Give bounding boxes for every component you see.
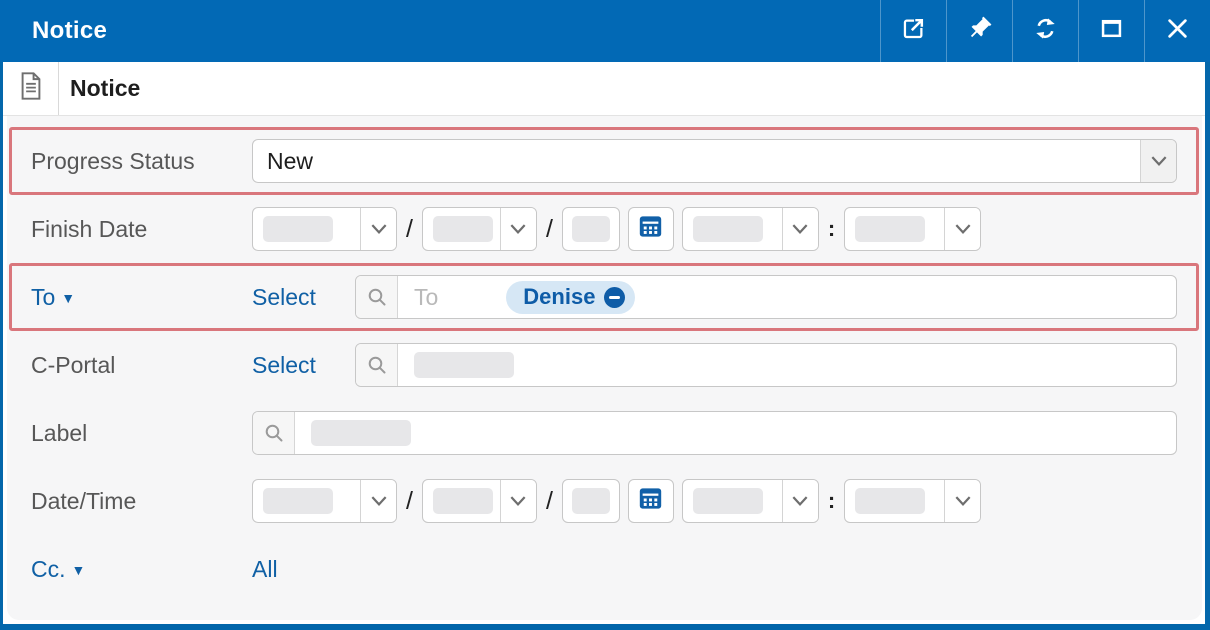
maximize-button[interactable] <box>1078 0 1144 62</box>
row-c-portal: C-Portal Select <box>9 331 1199 399</box>
to-label-dropdown[interactable]: To▼ <box>12 284 252 311</box>
finish-date-month-select[interactable] <box>422 207 537 251</box>
close-icon <box>1164 15 1191 47</box>
refresh-button[interactable] <box>1012 0 1078 62</box>
chevron-down-icon[interactable] <box>782 480 818 522</box>
remove-chip-icon[interactable] <box>604 287 625 308</box>
progress-status-select[interactable]: New <box>252 139 1177 183</box>
finish-date-year-select[interactable] <box>252 207 397 251</box>
date-time-label: Date/Time <box>12 488 252 515</box>
c-portal-search-input[interactable] <box>355 343 1177 387</box>
date-time-hour-select[interactable] <box>682 479 819 523</box>
date-time-year-select[interactable] <box>252 479 397 523</box>
recipient-chip[interactable]: Denise <box>506 281 635 314</box>
chevron-down-icon[interactable] <box>500 480 536 522</box>
c-portal-select-link[interactable]: Select <box>252 352 355 379</box>
to-search-input[interactable]: To Denise <box>355 275 1177 319</box>
finish-date-minute-select[interactable] <box>844 207 981 251</box>
header-icon-cell <box>3 62 59 115</box>
time-separator: : <box>828 488 835 514</box>
placeholder-block <box>433 488 493 514</box>
finish-date-hour-select[interactable] <box>682 207 819 251</box>
date-separator: / <box>546 487 553 516</box>
row-label: Label <box>9 399 1199 467</box>
to-placeholder: To <box>398 284 438 311</box>
placeholder-block <box>263 216 333 242</box>
document-icon <box>19 72 43 105</box>
triangle-down-icon: ▼ <box>72 562 86 578</box>
placeholder-block <box>311 420 411 446</box>
page-header: Notice <box>3 62 1205 116</box>
to-select-link[interactable]: Select <box>252 284 355 311</box>
chevron-down-icon[interactable] <box>500 208 536 250</box>
placeholder-block <box>572 488 610 514</box>
c-portal-controls: Select <box>252 343 1196 387</box>
row-finish-date: Finish Date / / <box>9 195 1199 263</box>
finish-date-controls: / / <box>252 207 1196 251</box>
finish-date-label: Finish Date <box>12 216 252 243</box>
progress-status-value: New <box>253 148 313 175</box>
label-search-input[interactable] <box>252 411 1177 455</box>
chevron-down-icon[interactable] <box>360 208 396 250</box>
search-icon <box>356 276 398 318</box>
date-time-minute-select[interactable] <box>844 479 981 523</box>
notice-window: Notice <box>0 0 1210 630</box>
refresh-icon <box>1032 15 1059 47</box>
progress-status-controls: New <box>252 139 1196 183</box>
progress-status-label: Progress Status <box>12 148 252 175</box>
calendar-icon <box>637 486 664 516</box>
date-separator: / <box>406 487 413 516</box>
chevron-down-icon[interactable] <box>944 208 980 250</box>
finish-date-calendar-button[interactable] <box>628 207 674 251</box>
chevron-down-icon[interactable] <box>360 480 396 522</box>
chip-label: Denise <box>523 284 595 310</box>
finish-date-day-field[interactable] <box>562 207 620 251</box>
date-time-controls: / / <box>252 479 1196 523</box>
page-title: Notice <box>59 62 140 115</box>
calendar-icon <box>637 214 664 244</box>
open-in-new-button[interactable] <box>880 0 946 62</box>
pin-button[interactable] <box>946 0 1012 62</box>
date-separator: / <box>546 215 553 244</box>
window-title: Notice <box>0 0 107 62</box>
open-in-new-icon <box>900 15 927 47</box>
search-icon <box>253 412 295 454</box>
maximize-icon <box>1098 15 1125 47</box>
titlebar-buttons <box>880 0 1210 62</box>
close-button[interactable] <box>1144 0 1210 62</box>
placeholder-block <box>855 216 925 242</box>
chevron-down-icon[interactable] <box>1140 140 1176 182</box>
search-icon <box>356 344 398 386</box>
row-cc: Cc.▼ All <box>9 535 1199 603</box>
form-content: Progress Status New Finish Date <box>7 116 1202 620</box>
placeholder-block <box>263 488 333 514</box>
row-date-time: Date/Time / / <box>9 467 1199 535</box>
cc-controls: All <box>252 556 1196 583</box>
label-field-label: Label <box>12 420 252 447</box>
date-time-calendar-button[interactable] <box>628 479 674 523</box>
title-bar: Notice <box>0 0 1210 62</box>
label-controls <box>252 411 1196 455</box>
chevron-down-icon[interactable] <box>782 208 818 250</box>
placeholder-block <box>693 488 763 514</box>
date-time-day-field[interactable] <box>562 479 620 523</box>
placeholder-block <box>433 216 493 242</box>
placeholder-block <box>855 488 925 514</box>
cc-label-dropdown[interactable]: Cc.▼ <box>12 556 252 583</box>
triangle-down-icon: ▼ <box>61 290 75 306</box>
placeholder-block <box>693 216 763 242</box>
row-progress-status: Progress Status New <box>9 127 1199 195</box>
date-separator: / <box>406 215 413 244</box>
c-portal-label: C-Portal <box>12 352 252 379</box>
to-controls: Select To Denise <box>252 275 1196 319</box>
row-to: To▼ Select To Denise <box>9 263 1199 331</box>
placeholder-block <box>414 352 514 378</box>
chevron-down-icon[interactable] <box>944 480 980 522</box>
date-time-month-select[interactable] <box>422 479 537 523</box>
pin-icon <box>966 15 993 47</box>
placeholder-block <box>572 216 610 242</box>
cc-all-link[interactable]: All <box>252 556 278 583</box>
time-separator: : <box>828 216 835 242</box>
